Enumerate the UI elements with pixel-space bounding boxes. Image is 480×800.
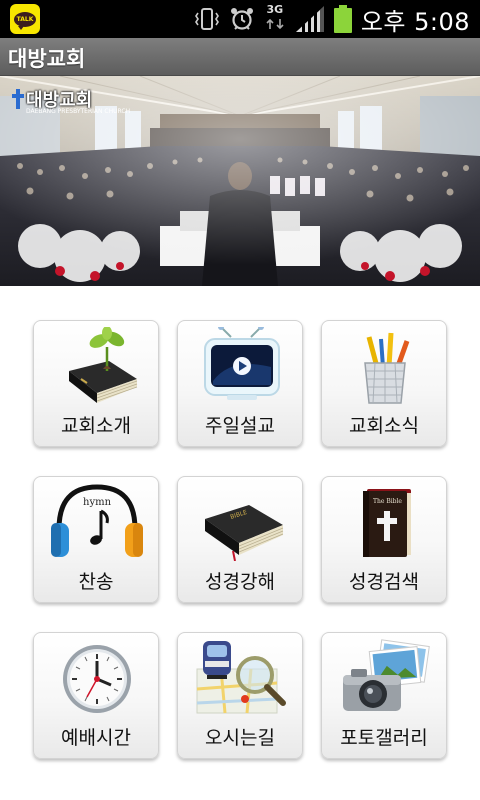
app-screen: TALK 3G 오후 5:08 대방교회 대방교회 DAEBANG PRESBY… <box>0 0 480 800</box>
menu-tile-bible-study[interactable]: BIBLE 성경강해 <box>177 476 303 603</box>
app-title: 대방교회 <box>8 47 86 71</box>
tile-label: 교회소식 <box>349 415 419 437</box>
map-magnifier-icon <box>196 641 286 714</box>
cross-icon <box>12 89 24 109</box>
signal-strength-icon <box>295 6 324 32</box>
tile-label: 포토갤러리 <box>340 727 428 749</box>
bible-book-icon: BIBLE <box>205 505 284 561</box>
tile-label: 오시는길 <box>205 727 275 749</box>
church-logo: 대방교회 DAEBANG PRESBYTERIAN CHURCH <box>12 86 130 115</box>
holy-bible-label: The Bible <box>373 498 402 505</box>
main-menu-grid: 교회소개 주일설교 교회소식 hymn 찬송 BIBLE 성경강해 The Bi… <box>0 286 480 800</box>
menu-tile-bible-search[interactable]: The Bible 성경검색 <box>321 476 447 603</box>
menu-tile-sunday-sermon[interactable]: 주일설교 <box>177 320 303 447</box>
headphones-hymn-icon: hymn <box>51 484 143 557</box>
network-type-label: 3G <box>266 3 284 16</box>
clock-time: 오후 5:08 <box>360 7 470 36</box>
status-right: 3G 오후 5:08 <box>193 0 470 38</box>
kakaotalk-notification-icon[interactable]: TALK <box>10 4 40 34</box>
tile-label: 성경검색 <box>349 571 419 593</box>
pencil-cup-icon <box>364 332 410 404</box>
menu-tile-church-news[interactable]: 교회소식 <box>321 320 447 447</box>
menu-tile-church-intro[interactable]: 교회소개 <box>33 320 159 447</box>
holy-bible-icon: The Bible <box>363 489 411 557</box>
tile-label: 성경강해 <box>205 571 275 593</box>
alarm-clock-icon <box>230 8 253 30</box>
tile-label: 주일설교 <box>205 415 275 437</box>
tile-label: 찬송 <box>78 571 114 593</box>
status-bar: TALK 3G 오후 5:08 <box>0 0 480 38</box>
menu-tile-photo-gallery[interactable]: 포토갤러리 <box>321 632 447 759</box>
tile-label: 예배시간 <box>61 727 131 749</box>
logo-subtext: DAEBANG PRESBYTERIAN CHURCH <box>26 108 131 115</box>
status-left: TALK <box>10 4 40 34</box>
hymn-label: hymn <box>83 497 112 508</box>
talk-bubble-label: TALK <box>14 11 36 30</box>
title-bar: 대방교회 <box>0 38 480 76</box>
camera-photos-icon <box>343 639 430 711</box>
data-arrows-icon <box>266 18 284 30</box>
menu-tile-directions[interactable]: 오시는길 <box>177 632 303 759</box>
bible-sprout-icon <box>69 327 138 403</box>
menu-tile-worship-times[interactable]: 예배시간 <box>33 632 159 759</box>
tv-play-icon <box>204 327 280 400</box>
clock-icon <box>63 645 131 713</box>
menu-tile-hymns[interactable]: hymn 찬송 <box>33 476 159 603</box>
battery-icon <box>333 5 352 33</box>
vibrate-icon <box>194 8 219 30</box>
tile-label: 교회소개 <box>61 415 131 437</box>
church-banner-image: 대방교회 DAEBANG PRESBYTERIAN CHURCH <box>0 76 480 286</box>
network-indicator: 3G <box>263 4 287 34</box>
